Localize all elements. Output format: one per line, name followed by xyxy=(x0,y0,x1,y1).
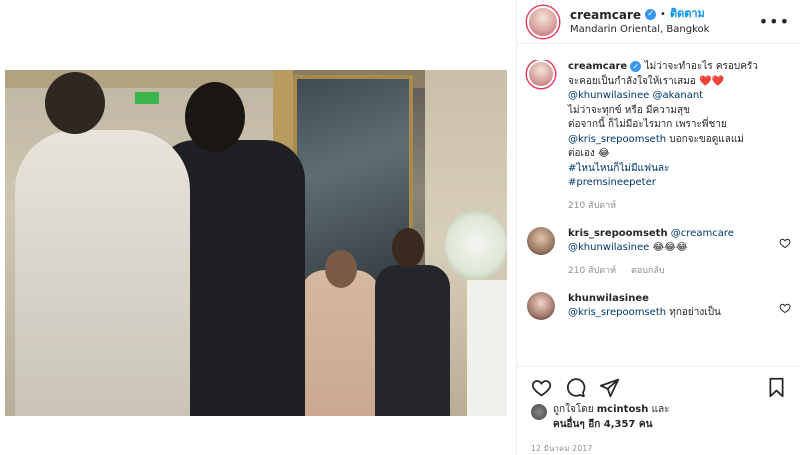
heart-icon[interactable] xyxy=(779,302,791,314)
comment-username[interactable]: kris_srepoomseth xyxy=(568,228,668,239)
photo-bride xyxy=(15,130,190,416)
caption-line: ต่อเอง 😂 xyxy=(568,148,610,159)
header-top: creamcare ✓ • ติดตาม xyxy=(570,7,709,23)
comment-item: khunwilasinee @kris_srepoomseth ทุกอย่าง… xyxy=(527,291,791,321)
share-icon[interactable] xyxy=(599,377,620,398)
follow-button[interactable]: ติดตาม xyxy=(670,7,705,22)
comment-meta: 210 สัปดาห์ ตอบกลับ xyxy=(568,265,773,278)
post-sidebar: creamcare ✓ • ติดตาม Mandarin Oriental, … xyxy=(516,0,800,455)
comment-username[interactable]: khunwilasinee xyxy=(568,293,649,304)
hearts-emoji: ❤️❤️ xyxy=(699,75,724,87)
mention-link[interactable]: @khunwilasinee xyxy=(568,90,649,101)
caption-username[interactable]: creamcare xyxy=(568,61,627,72)
caption-line: จะคอยเป็นกำลังใจให้เราเสมอ xyxy=(568,75,696,87)
avatar[interactable] xyxy=(527,5,559,38)
verified-icon: ✓ xyxy=(645,9,657,21)
post-header: creamcare ✓ • ติดตาม Mandarin Oriental, … xyxy=(517,0,800,44)
comment-text: 😂😂😂 xyxy=(649,242,688,254)
mention-link[interactable]: @creamcare xyxy=(671,228,734,239)
comment-body: khunwilasinee @kris_srepoomseth ทุกอย่าง… xyxy=(568,292,773,321)
separator-dot: • xyxy=(660,9,666,20)
mention-link[interactable]: @kris_srepoomseth xyxy=(568,134,666,145)
comment-body: kris_srepoomseth @creamcare @khunwilasin… xyxy=(568,227,773,278)
post-photo[interactable] xyxy=(5,70,507,416)
avatar[interactable] xyxy=(527,226,555,255)
comment-time[interactable]: 210 สัปดาห์ xyxy=(568,266,616,276)
heart-icon[interactable] xyxy=(531,377,552,398)
likes-prefix: ถูกใจโดย xyxy=(553,404,597,415)
mention-link[interactable]: @khunwilasinee xyxy=(568,242,649,253)
photo-woman-head xyxy=(325,250,357,288)
avatar[interactable] xyxy=(527,291,555,320)
verified-icon: ✓ xyxy=(630,61,642,73)
avatar[interactable] xyxy=(527,60,555,88)
caption-line: บอกจะขอดูแลแม่ xyxy=(666,133,744,145)
photo-groom-head xyxy=(185,82,245,152)
mention-link[interactable]: @akanant xyxy=(653,90,704,101)
photo-bride-head xyxy=(45,72,105,134)
avatar[interactable] xyxy=(531,404,547,420)
caption-line: ไม่ว่าจะทำอะไร ครอบครัว xyxy=(644,61,758,72)
photo-woman xyxy=(300,270,380,416)
likes-and: และ xyxy=(648,404,670,415)
photo-exit-sign xyxy=(135,92,159,104)
heart-icon[interactable] xyxy=(779,237,791,249)
caption-meta: 210 สัปดาห์ xyxy=(568,200,791,213)
caption: creamcare ✓ ไม่ว่าจะทำอะไร ครอบครัว จะคอ… xyxy=(527,60,791,213)
likes-others[interactable]: คนอื่นๆ อีก 4,357 คน xyxy=(553,419,652,430)
header-text: creamcare ✓ • ติดตาม Mandarin Oriental, … xyxy=(570,7,709,37)
caption-line: ไม่ว่าจะทุกข์ หรือ มีความสุข xyxy=(568,104,690,116)
hashtag-link[interactable]: #premsineepeter xyxy=(568,177,656,188)
mention-link[interactable]: @kris_srepoomseth xyxy=(568,307,666,318)
comments-list[interactable]: creamcare ✓ ไม่ว่าจะทำอะไร ครอบครัว จะคอ… xyxy=(517,60,800,362)
post-username[interactable]: creamcare xyxy=(570,7,641,23)
comment-icon[interactable] xyxy=(565,377,586,398)
comment-item: kris_srepoomseth @creamcare @khunwilasin… xyxy=(527,226,791,278)
more-icon[interactable]: ••• xyxy=(759,12,790,31)
caption-body: creamcare ✓ ไม่ว่าจะทำอะไร ครอบครัว จะคอ… xyxy=(568,60,791,213)
bookmark-icon[interactable] xyxy=(766,377,787,398)
photo-man-head xyxy=(392,228,424,268)
hashtag-link[interactable]: #ไหนไหนก็ไม่มีแฟนละ xyxy=(568,163,669,174)
likes-user[interactable]: mcintosh xyxy=(597,404,649,415)
caption-time[interactable]: 210 สัปดาห์ xyxy=(568,201,616,211)
likes-text: ถูกใจโดย mcintosh และ คนอื่นๆ อีก 4,357 … xyxy=(553,402,670,432)
post-location[interactable]: Mandarin Oriental, Bangkok xyxy=(570,23,709,37)
photo-pane xyxy=(0,0,516,455)
likes-summary: ถูกใจโดย mcintosh และ คนอื่นๆ อีก 4,357 … xyxy=(531,402,670,432)
caption-line: ต่อจากนี้ ก็ไม่มีอะไรมาก เพราะพี่ชาย xyxy=(568,119,727,130)
comment-text: ทุกอย่างเป็น xyxy=(666,307,721,319)
photo-man xyxy=(375,265,450,416)
photo-flowers xyxy=(445,210,507,280)
post-date[interactable]: 12 มีนาคม 2017 xyxy=(531,443,593,455)
photo-table xyxy=(467,280,507,416)
reply-button[interactable]: ตอบกลับ xyxy=(631,266,665,276)
